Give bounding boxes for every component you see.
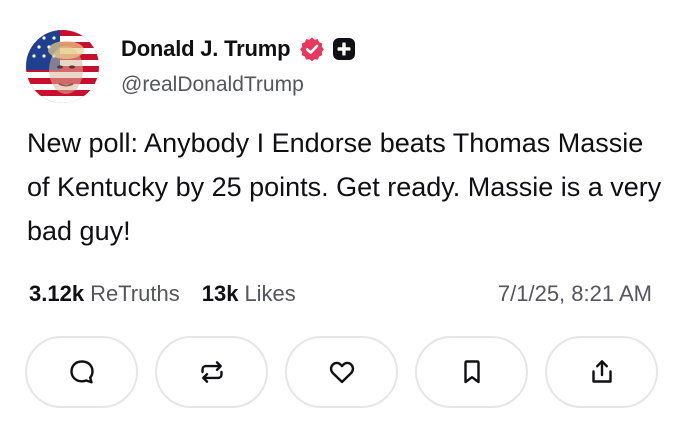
account-badge-icon (333, 38, 356, 60)
share-button[interactable] (545, 336, 658, 408)
profile-avatar-image (26, 30, 99, 103)
author-display-name[interactable]: Donald J. Trump (121, 36, 291, 62)
verified-badge-icon (300, 37, 325, 62)
bookmark-icon (463, 360, 480, 384)
share-icon (591, 360, 612, 383)
likes-count[interactable]: 13k (202, 281, 239, 307)
post-timestamp[interactable]: 7/1/25, 8:21 AM (498, 281, 652, 307)
post-stats: 3.12k ReTruths 13k Likes 7/1/25, 8:21 AM (29, 281, 652, 307)
retruth-icon (200, 361, 223, 383)
truth-post: Donald J. Trump @realDonaldTrump New pol… (0, 0, 680, 426)
avatar[interactable] (26, 30, 99, 103)
likes-label[interactable]: Likes (244, 281, 295, 307)
bookmark-button[interactable] (415, 336, 528, 408)
post-text: New poll: Anybody I Endorse beats Thomas… (27, 128, 662, 246)
comment-button[interactable] (25, 336, 138, 408)
comment-icon (69, 360, 94, 384)
like-button[interactable] (285, 336, 398, 408)
retruth-button[interactable] (155, 336, 268, 408)
retruths-count[interactable]: 3.12k (29, 281, 84, 307)
author-name-row: Donald J. Trump (121, 34, 356, 64)
retruths-label[interactable]: ReTruths (90, 281, 180, 307)
like-icon (329, 361, 354, 384)
author-handle[interactable]: @realDonaldTrump (121, 73, 304, 97)
action-bar (25, 336, 658, 408)
